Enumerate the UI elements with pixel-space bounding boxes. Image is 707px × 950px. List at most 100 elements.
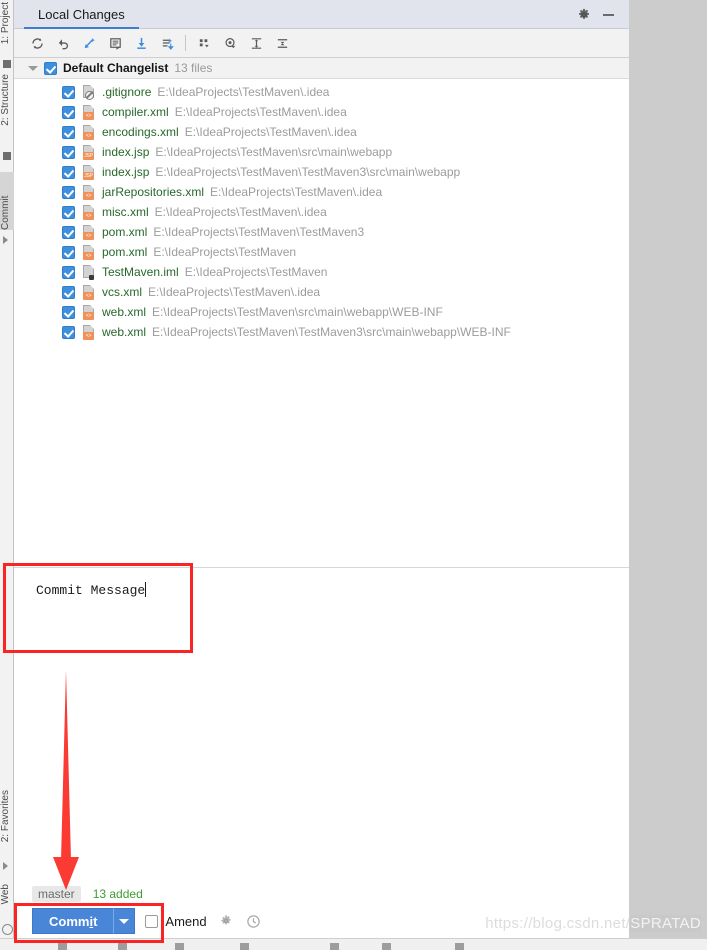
file-row[interactable]: <> web.xml E:\IdeaProjects\TestMaven\src\m…: [14, 302, 629, 322]
file-checkbox[interactable]: [62, 165, 75, 179]
commit-settings-gear-icon[interactable]: [217, 912, 235, 930]
rail-divider-square-top: [3, 60, 11, 68]
rail-item-commit[interactable]: Commit: [0, 172, 14, 230]
file-checkbox[interactable]: [62, 105, 75, 119]
ide-tool-window-rail: 1: Project 2: Structure Commit 2: Favori…: [0, 0, 14, 950]
file-checkbox[interactable]: [62, 205, 75, 219]
file-name: TestMaven.iml: [102, 265, 179, 279]
commit-dropdown-button[interactable]: [113, 908, 136, 934]
watermark: https://blog.csdn.net/SPRATAD: [485, 915, 701, 932]
file-checkbox[interactable]: [62, 145, 75, 159]
minimize-icon[interactable]: [597, 4, 619, 26]
rail-item-favorites[interactable]: 2: Favorites: [0, 790, 14, 842]
gear-icon[interactable]: [573, 4, 595, 26]
file-name: jarRepositories.xml: [102, 185, 205, 199]
watermark-url: https://blog.csdn.net/: [485, 915, 631, 932]
commit-button-label[interactable]: Comm i t: [32, 908, 114, 934]
file-row[interactable]: TestMaven.iml E:\IdeaProjects\TestMaven: [14, 262, 629, 282]
rail-collapse-arrow-icon[interactable]: [3, 862, 8, 870]
file-checkbox[interactable]: [62, 325, 75, 339]
show-diff-icon[interactable]: [76, 31, 102, 55]
commit-label-suffix: t: [93, 913, 98, 929]
file-row[interactable]: <> encodings.xml E:\IdeaProjects\TestMaven…: [14, 122, 629, 142]
rail-item-project[interactable]: 1: Project: [0, 2, 14, 44]
changelist-checkbox[interactable]: [44, 61, 57, 75]
status-bar-tick: [175, 943, 184, 950]
file-path: E:\IdeaProjects\TestMaven\TestMaven3: [153, 225, 365, 239]
changelist-row-default[interactable]: Default Changelist 13 files: [14, 58, 629, 79]
commit-label-prefix: Comm: [49, 913, 90, 929]
file-row[interactable]: <> jarRepositories.xml E:\IdeaProjects\Tes…: [14, 182, 629, 202]
tool-window-header-actions: [573, 0, 629, 29]
rail-item-web[interactable]: Web: [0, 884, 14, 904]
file-row[interactable]: <> pom.xml E:\IdeaProjects\TestMaven\TestM…: [14, 222, 629, 242]
chevron-down-icon: [119, 918, 130, 924]
tab-local-changes[interactable]: Local Changes: [24, 0, 139, 29]
file-checkbox[interactable]: [62, 285, 75, 299]
expand-all-icon[interactable]: [243, 31, 269, 55]
file-checkbox[interactable]: [62, 185, 75, 199]
branch-status-line: master 13 added: [32, 886, 143, 902]
group-by-icon[interactable]: [191, 31, 217, 55]
file-row[interactable]: JSP index.jsp E:\IdeaProjects\TestMaven\Te…: [14, 162, 629, 182]
file-row[interactable]: <> vcs.xml E:\IdeaProjects\TestMaven\.idea: [14, 282, 629, 302]
tool-window-header: Local Changes: [14, 0, 629, 29]
file-row[interactable]: JSP index.jsp E:\IdeaProjects\TestMaven\sr…: [14, 142, 629, 162]
file-name: misc.xml: [102, 205, 149, 219]
commit-message-input[interactable]: Commit Message: [28, 572, 628, 652]
amend-checkbox[interactable]: [145, 914, 159, 928]
file-name: pom.xml: [102, 225, 148, 239]
annotate-icon[interactable]: [102, 31, 128, 55]
file-row[interactable]: <> compiler.xml E:\IdeaProjects\TestMaven\…: [14, 102, 629, 122]
file-row[interactable]: <> misc.xml E:\IdeaProjects\TestMaven\.ide…: [14, 202, 629, 222]
file-checkbox[interactable]: [62, 305, 75, 319]
file-xml-icon: <>: [81, 204, 96, 220]
update-icon[interactable]: [128, 31, 154, 55]
file-xml-icon: <>: [81, 284, 96, 300]
file-path: E:\IdeaProjects\TestMaven\TestMaven3\src…: [155, 165, 461, 179]
file-checkbox[interactable]: [62, 265, 75, 279]
file-path: E:\IdeaProjects\TestMaven\TestMaven3\src…: [152, 325, 511, 339]
file-xml-icon: <>: [81, 104, 96, 120]
file-xml-icon: <>: [81, 304, 96, 320]
changelist-name: Default Changelist: [63, 61, 169, 75]
branch-name-chip: master: [32, 886, 81, 902]
commit-button[interactable]: Comm i t: [32, 908, 136, 934]
file-iml-icon: [81, 264, 96, 280]
file-path: E:\IdeaProjects\TestMaven\src\main\webap…: [152, 305, 443, 319]
file-checkbox[interactable]: [62, 85, 75, 99]
file-name: vcs.xml: [102, 285, 142, 299]
preview-diff-icon[interactable]: [217, 31, 243, 55]
local-changes-toolbar: [14, 29, 629, 58]
file-checkbox[interactable]: [62, 225, 75, 239]
file-name: encodings.xml: [102, 125, 179, 139]
added-files-count: 13 added: [92, 887, 143, 901]
file-checkbox[interactable]: [62, 245, 75, 259]
file-path: E:\IdeaProjects\TestMaven\.idea: [184, 125, 357, 139]
file-ignored-icon: [81, 84, 96, 100]
commit-history-clock-icon[interactable]: [245, 912, 263, 930]
status-bar-tick: [382, 943, 391, 950]
file-name: index.jsp: [102, 165, 150, 179]
amend-checkbox-row[interactable]: Amend: [145, 913, 207, 929]
refresh-icon[interactable]: [24, 31, 50, 55]
file-row[interactable]: <> pom.xml E:\IdeaProjects\TestMaven: [14, 242, 629, 262]
rail-expand-arrow-icon[interactable]: [3, 236, 8, 244]
shelve-icon[interactable]: [154, 31, 180, 55]
collapse-all-icon[interactable]: [269, 31, 295, 55]
file-row[interactable]: <> web.xml E:\IdeaProjects\TestMaven\TestM…: [14, 322, 629, 342]
rail-item-structure[interactable]: 2: Structure: [0, 74, 14, 126]
toolbar-separator: [185, 35, 186, 51]
rail-clock-icon[interactable]: [2, 924, 13, 935]
local-changes-tool-window: Local Changes Default Changelist 13 file…: [14, 0, 629, 938]
changed-files-list: .gitignore E:\IdeaProjects\TestMaven\.ide…: [14, 79, 629, 342]
rollback-icon[interactable]: [50, 31, 76, 55]
commit-message-separator: [14, 567, 629, 568]
amend-label: Amend: [165, 913, 207, 929]
file-row[interactable]: .gitignore E:\IdeaProjects\TestMaven\.ide…: [14, 82, 629, 102]
file-path: E:\IdeaProjects\TestMaven\src\main\webap…: [155, 145, 393, 159]
file-name: pom.xml: [102, 245, 148, 259]
file-name: index.jsp: [102, 145, 150, 159]
file-checkbox[interactable]: [62, 125, 75, 139]
chevron-down-icon[interactable]: [28, 65, 38, 71]
